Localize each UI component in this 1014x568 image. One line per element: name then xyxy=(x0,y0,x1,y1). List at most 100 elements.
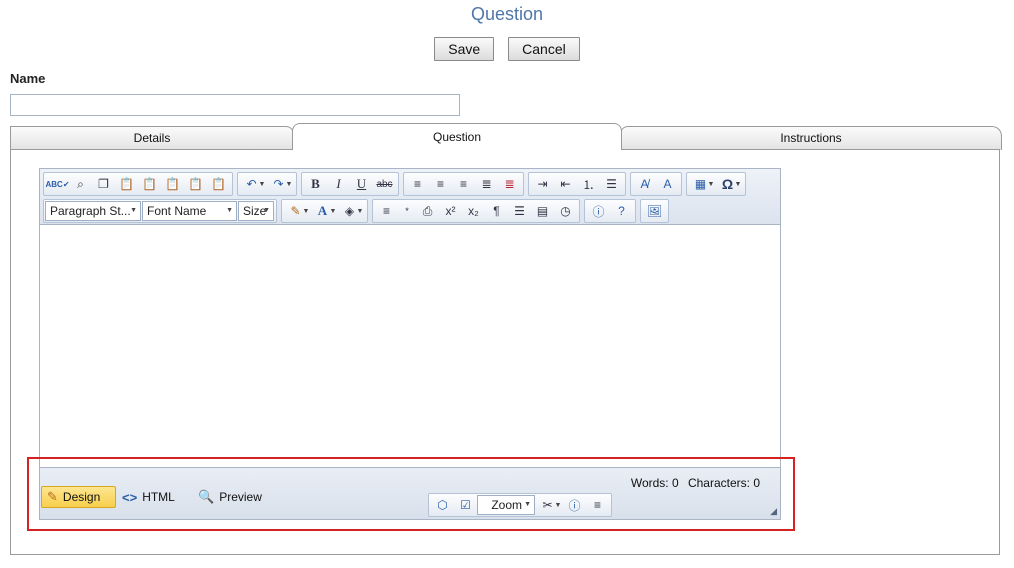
design-mode-label: Design xyxy=(62,490,101,504)
insert-paragraph-icon[interactable]: ≡ xyxy=(375,201,398,221)
clean-dropdown-icon[interactable]: ▼ xyxy=(553,495,563,515)
format-painter-dropdown-icon[interactable]: ▼ xyxy=(301,201,311,221)
symbol-dropdown-icon[interactable]: ▼ xyxy=(733,174,743,194)
font-size-dropdown[interactable]: Size ▼ xyxy=(238,201,274,221)
toolbar-group-strip: A̸ A xyxy=(630,172,682,196)
words-count: Words: 0 xyxy=(630,476,679,490)
paste-html-icon[interactable]: 📋 xyxy=(207,174,230,194)
toolbar-group-align: ≡ ≡ ≡ ≣ ≣ xyxy=(403,172,524,196)
code-icon: <> xyxy=(122,489,138,505)
bold-icon[interactable]: B xyxy=(304,174,327,194)
statistics-icon[interactable]: ☑ xyxy=(454,495,477,515)
tab-instructions[interactable]: Instructions xyxy=(620,126,1002,150)
redo-dropdown-icon[interactable]: ▼ xyxy=(284,174,294,194)
bullet-icon[interactable]: * xyxy=(398,201,416,221)
word-count: Words: 0 Characters: 0 xyxy=(625,476,760,490)
undo-dropdown-icon[interactable]: ▼ xyxy=(257,174,267,194)
toolbar-group-misc: ≡ * ⎙ x² x₂ ¶ ☰ ▤ ◷ xyxy=(372,199,580,223)
print-icon[interactable]: ⎙ xyxy=(416,201,439,221)
align-center-icon[interactable]: ≡ xyxy=(429,174,452,194)
name-label: Name xyxy=(10,71,46,86)
rich-text-editor: ABC✔ ⌕ ❐ 📋 📋 📋 📋 📋 ↶ ▼ ↷ ▼ B I U abc ≡ ≡… xyxy=(39,168,781,520)
tab-strip: Details Instructions Question xyxy=(10,123,1002,150)
chevron-down-icon: ▼ xyxy=(226,207,233,214)
preview-mode-button[interactable]: 🔍 Preview xyxy=(196,486,262,508)
paste-from-word-icon[interactable]: 📋 xyxy=(138,174,161,194)
toolbar-group-format: B I U abc xyxy=(301,172,399,196)
subscript-icon[interactable]: x₂ xyxy=(462,201,485,221)
chevron-down-icon: ▼ xyxy=(524,501,531,508)
tab-question[interactable]: Question xyxy=(292,123,622,150)
tab-details[interactable]: Details xyxy=(10,126,294,150)
outdent-icon[interactable]: ⇤ xyxy=(554,174,577,194)
zoom-dropdown[interactable]: Zoom ▼ xyxy=(477,495,535,515)
font-name-value: Font Name xyxy=(147,204,207,218)
paragraph-style-value: Paragraph St... xyxy=(50,204,131,218)
toolbar-group-clipboard: ABC✔ ⌕ ❐ 📋 📋 📋 📋 📋 xyxy=(43,172,233,196)
toolbar-row-2: Paragraph St... ▼ Font Name ▼ Size ▼ ✎ ▼… xyxy=(43,199,673,223)
indent-icon[interactable]: ⇥ xyxy=(531,174,554,194)
paragraph-mark-icon[interactable]: ¶ xyxy=(485,201,508,221)
design-mode-button[interactable]: ✎ Design xyxy=(41,486,116,508)
bottom-toolbar: ⬡ ☑ Zoom ▼ ✂ ▼ ⓘ ≡ xyxy=(428,493,616,517)
help-icon[interactable]: ? xyxy=(610,201,633,221)
copy-icon[interactable]: ❐ xyxy=(92,174,115,194)
paste-icon[interactable]: 📋 xyxy=(115,174,138,194)
chevron-down-icon: ▼ xyxy=(130,207,137,214)
editor-content-area[interactable] xyxy=(40,226,780,466)
underline-icon[interactable]: U xyxy=(350,174,373,194)
image-manager-icon[interactable]: 🖼 xyxy=(643,201,666,221)
cancel-button[interactable]: Cancel xyxy=(508,37,580,61)
align-left-icon[interactable]: ≡ xyxy=(406,174,429,194)
html-mode-label: HTML xyxy=(142,490,175,504)
resize-grip-icon[interactable]: ◢ xyxy=(770,506,777,517)
back-color-dropdown-icon[interactable]: ▼ xyxy=(355,201,365,221)
justify-icon[interactable]: ≣ xyxy=(475,174,498,194)
spellcheck-icon[interactable]: ABC✔ xyxy=(45,174,69,194)
align-right-icon[interactable]: ≡ xyxy=(452,174,475,194)
toolbar-group-bottom: ⬡ ☑ Zoom ▼ ✂ ▼ ⓘ ≡ xyxy=(428,493,612,517)
name-input[interactable] xyxy=(10,94,460,116)
remove-alignment-icon[interactable]: ≣ xyxy=(498,174,521,194)
superscript-icon[interactable]: x² xyxy=(439,201,462,221)
numbered-list-icon[interactable]: ⒈ xyxy=(577,174,600,194)
toolbar-group-dropdowns: Paragraph St... ▼ Font Name ▼ Size ▼ xyxy=(43,199,277,223)
paste-as-html-icon[interactable]: 📋 xyxy=(184,174,207,194)
strikethrough-icon[interactable]: abc xyxy=(373,174,396,194)
editor-mode-bar: ✎ Design <> HTML 🔍 Preview Words: 0 Char… xyxy=(40,467,780,519)
horizontal-rule-icon[interactable]: ☰ xyxy=(508,201,531,221)
tag-inspector-icon[interactable]: ⓘ xyxy=(563,495,586,515)
toolbar-group-colors: ✎ ▼ A ▼ ◈ ▼ xyxy=(281,199,368,223)
paragraph-style-dropdown[interactable]: Paragraph St... ▼ xyxy=(45,201,141,221)
bulleted-list-icon[interactable]: ☰ xyxy=(600,174,623,194)
save-button[interactable]: Save xyxy=(434,37,495,61)
insert-date-icon[interactable]: ▤ xyxy=(531,201,554,221)
italic-icon[interactable]: I xyxy=(327,174,350,194)
toolbar-group-lists: ⇥ ⇤ ⒈ ☰ xyxy=(528,172,626,196)
chevron-down-icon: ▼ xyxy=(263,207,270,214)
preview-mode-label: Preview xyxy=(219,490,262,504)
magnifier-icon: 🔍 xyxy=(198,489,215,504)
table-dropdown-icon[interactable]: ▼ xyxy=(706,174,716,194)
toolbar-group-history: ↶ ▼ ↷ ▼ xyxy=(237,172,297,196)
text-direction-icon[interactable]: A xyxy=(656,174,679,194)
paste-plain-text-icon[interactable]: 📋 xyxy=(161,174,184,194)
toolbar-group-insert: ▦ ▼ Ω ▼ xyxy=(686,172,746,196)
pencil-icon: ✎ xyxy=(47,489,58,504)
find-replace-icon[interactable]: ⌕ xyxy=(69,174,92,194)
insert-time-icon[interactable]: ◷ xyxy=(554,201,577,221)
editor-toolbar: ABC✔ ⌕ ❐ 📋 📋 📋 📋 📋 ↶ ▼ ↷ ▼ B I U abc ≡ ≡… xyxy=(40,169,780,225)
real-font-size-icon[interactable]: ≡ xyxy=(586,495,609,515)
form-actions: Save Cancel xyxy=(0,37,1014,61)
toolbar-group-help: ⓘ ? xyxy=(584,199,636,223)
fore-color-dropdown-icon[interactable]: ▼ xyxy=(328,201,338,221)
tooltip-icon[interactable]: ⓘ xyxy=(587,201,610,221)
characters-count: Characters: 0 xyxy=(687,476,760,490)
page-title: Question xyxy=(470,4,544,24)
module-icon[interactable]: ⬡ xyxy=(431,495,454,515)
toolbar-row-1: ABC✔ ⌕ ❐ 📋 📋 📋 📋 📋 ↶ ▼ ↷ ▼ B I U abc ≡ ≡… xyxy=(43,172,750,196)
zoom-label: Zoom xyxy=(491,498,522,512)
html-mode-button[interactable]: <> HTML xyxy=(120,486,175,508)
format-stripper-icon[interactable]: A̸ xyxy=(633,174,656,194)
font-name-dropdown[interactable]: Font Name ▼ xyxy=(142,201,237,221)
